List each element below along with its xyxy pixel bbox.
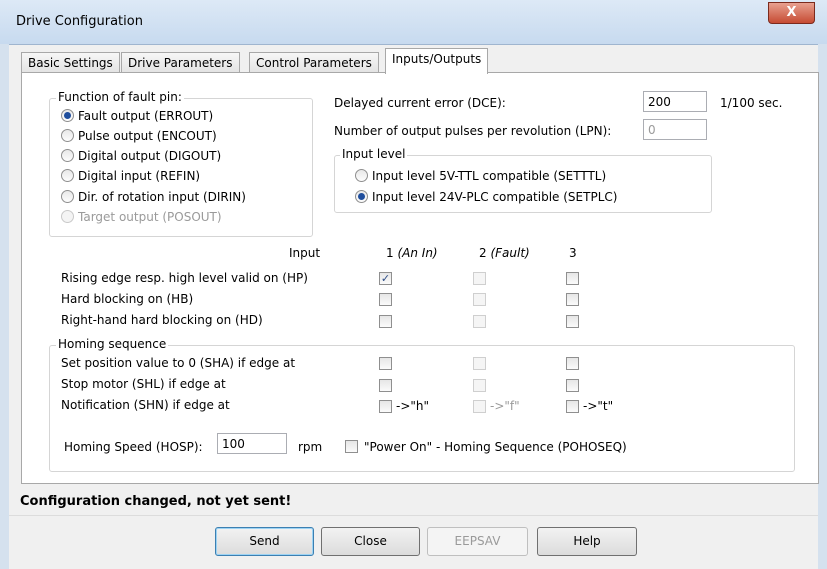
homing-shl-label: Stop motor (SHL) if edge at	[61, 377, 226, 391]
window-frame-right	[818, 44, 827, 569]
tab-inputs-outputs[interactable]: Inputs/Outputs	[385, 48, 489, 74]
checkbox-shn-3[interactable]	[566, 400, 579, 413]
status-message: Configuration changed, not yet sent!	[20, 494, 292, 509]
radio-encout[interactable]: Pulse output (ENCOUT)	[61, 127, 217, 146]
checkbox-shn-1[interactable]	[379, 400, 392, 413]
radio-setttl[interactable]: Input level 5V-TTL compatible (SETTTL)	[355, 167, 606, 186]
eepsav-button: EEPSAV	[427, 527, 528, 556]
dce-unit: 1/100 sec.	[720, 96, 783, 110]
input-header-label: Input	[289, 246, 321, 260]
radio-button[interactable]	[61, 149, 74, 162]
checkbox-hd-1[interactable]	[379, 315, 392, 328]
radio-button[interactable]	[61, 190, 74, 203]
homing-sha-label: Set position value to 0 (SHA) if edge at	[61, 356, 296, 370]
radio-label: Pulse output (ENCOUT)	[78, 129, 217, 143]
radio-errout[interactable]: Fault output (ERROUT)	[61, 107, 213, 126]
tab-control-parameters[interactable]: Control Parameters	[249, 52, 379, 73]
homing-speed-unit: rpm	[298, 440, 323, 454]
lpn-input[interactable]: 0	[643, 119, 707, 140]
shn-2-arrow-label: ->"f"	[490, 399, 520, 413]
checkbox-hd-2	[473, 315, 486, 328]
pohoseq-label: "Power On" - Homing Sequence (POHOSEQ)	[364, 440, 627, 454]
homing-shn-label: Notification (SHN) if edge at	[61, 398, 230, 412]
input-col-2-header: 2 (Fault)	[479, 246, 530, 260]
col-number: 2	[479, 246, 487, 260]
radio-label: Dir. of rotation input (DIRIN)	[78, 190, 246, 204]
checkbox-hd-3[interactable]	[566, 315, 579, 328]
radio-button	[61, 210, 74, 223]
homing-speed-input[interactable]: 100	[217, 433, 287, 454]
input-row-hb-label: Hard blocking on (HB)	[61, 292, 194, 306]
radio-refin[interactable]: Digital input (REFIN)	[61, 167, 200, 186]
send-button[interactable]: Send	[215, 527, 314, 556]
input-row-hp-label: Rising edge resp. high level valid on (H…	[61, 271, 308, 285]
checkbox-hb-3[interactable]	[566, 293, 579, 306]
checkbox-hp-1[interactable]: ✓	[379, 272, 392, 285]
fault-pin-group-label: Function of fault pin:	[56, 90, 184, 104]
tab-drive-parameters[interactable]: Drive Parameters	[121, 52, 240, 73]
checkbox-shn-2	[473, 400, 486, 413]
homing-speed-label: Homing Speed (HOSP):	[64, 440, 203, 454]
radio-label: Input level 24V-PLC compatible (SETPLC)	[372, 190, 618, 204]
radio-button[interactable]	[61, 109, 74, 122]
close-window-button[interactable]: X	[768, 2, 815, 24]
radio-label: Input level 5V-TTL compatible (SETTTL)	[372, 169, 607, 183]
close-icon: X	[786, 5, 797, 20]
checkbox-hb-2	[473, 293, 486, 306]
input-col-3-header: 3	[569, 246, 577, 260]
col-note: (Fault)	[490, 246, 530, 260]
dce-label: Delayed current error (DCE):	[334, 96, 506, 110]
radio-dirin[interactable]: Dir. of rotation input (DIRIN)	[61, 188, 246, 207]
radio-button[interactable]	[355, 169, 368, 182]
close-button[interactable]: Close	[321, 527, 420, 556]
col-note: (An In)	[397, 246, 438, 260]
help-button[interactable]: Help	[537, 527, 637, 556]
checkbox-shl-1[interactable]	[379, 379, 392, 392]
radio-digout[interactable]: Digital output (DIGOUT)	[61, 147, 221, 166]
checkbox-sha-3[interactable]	[566, 357, 579, 370]
radio-button[interactable]	[61, 169, 74, 182]
col-number: 1	[386, 246, 394, 260]
radio-setplc[interactable]: Input level 24V-PLC compatible (SETPLC)	[355, 188, 617, 207]
input-row-hd-label: Right-hand hard blocking on (HD)	[61, 313, 263, 327]
shn-1-arrow-label: ->"h"	[396, 399, 430, 413]
window-title: Drive Configuration	[16, 14, 143, 29]
radio-posout: Target output (POSOUT)	[61, 208, 222, 227]
lpn-label: Number of output pulses per revolution (…	[334, 124, 612, 138]
checkbox-sha-2	[473, 357, 486, 370]
input-level-group-label: Input level	[340, 147, 408, 161]
checkbox-shl-3[interactable]	[566, 379, 579, 392]
radio-button[interactable]	[61, 129, 74, 142]
tab-basic-settings[interactable]: Basic Settings	[21, 52, 120, 73]
radio-label: Digital output (DIGOUT)	[78, 149, 222, 163]
radio-button[interactable]	[355, 190, 368, 203]
homing-group-label: Homing sequence	[56, 337, 169, 351]
checkbox-sha-1[interactable]	[379, 357, 392, 370]
checkbox-hp-2	[473, 272, 486, 285]
window-frame-left	[0, 44, 9, 569]
radio-label: Fault output (ERROUT)	[78, 109, 214, 123]
footer-divider	[9, 515, 818, 516]
checkbox-hb-1[interactable]	[379, 293, 392, 306]
checkbox-pohoseq[interactable]	[345, 440, 358, 453]
dce-input[interactable]: 200	[643, 91, 707, 112]
input-col-1-header: 1 (An In)	[386, 246, 438, 260]
checkbox-hp-3[interactable]	[566, 272, 579, 285]
checkbox-shl-2	[473, 379, 486, 392]
radio-label: Target output (POSOUT)	[78, 210, 222, 224]
radio-label: Digital input (REFIN)	[78, 169, 201, 183]
shn-3-arrow-label: ->"t"	[583, 399, 614, 413]
